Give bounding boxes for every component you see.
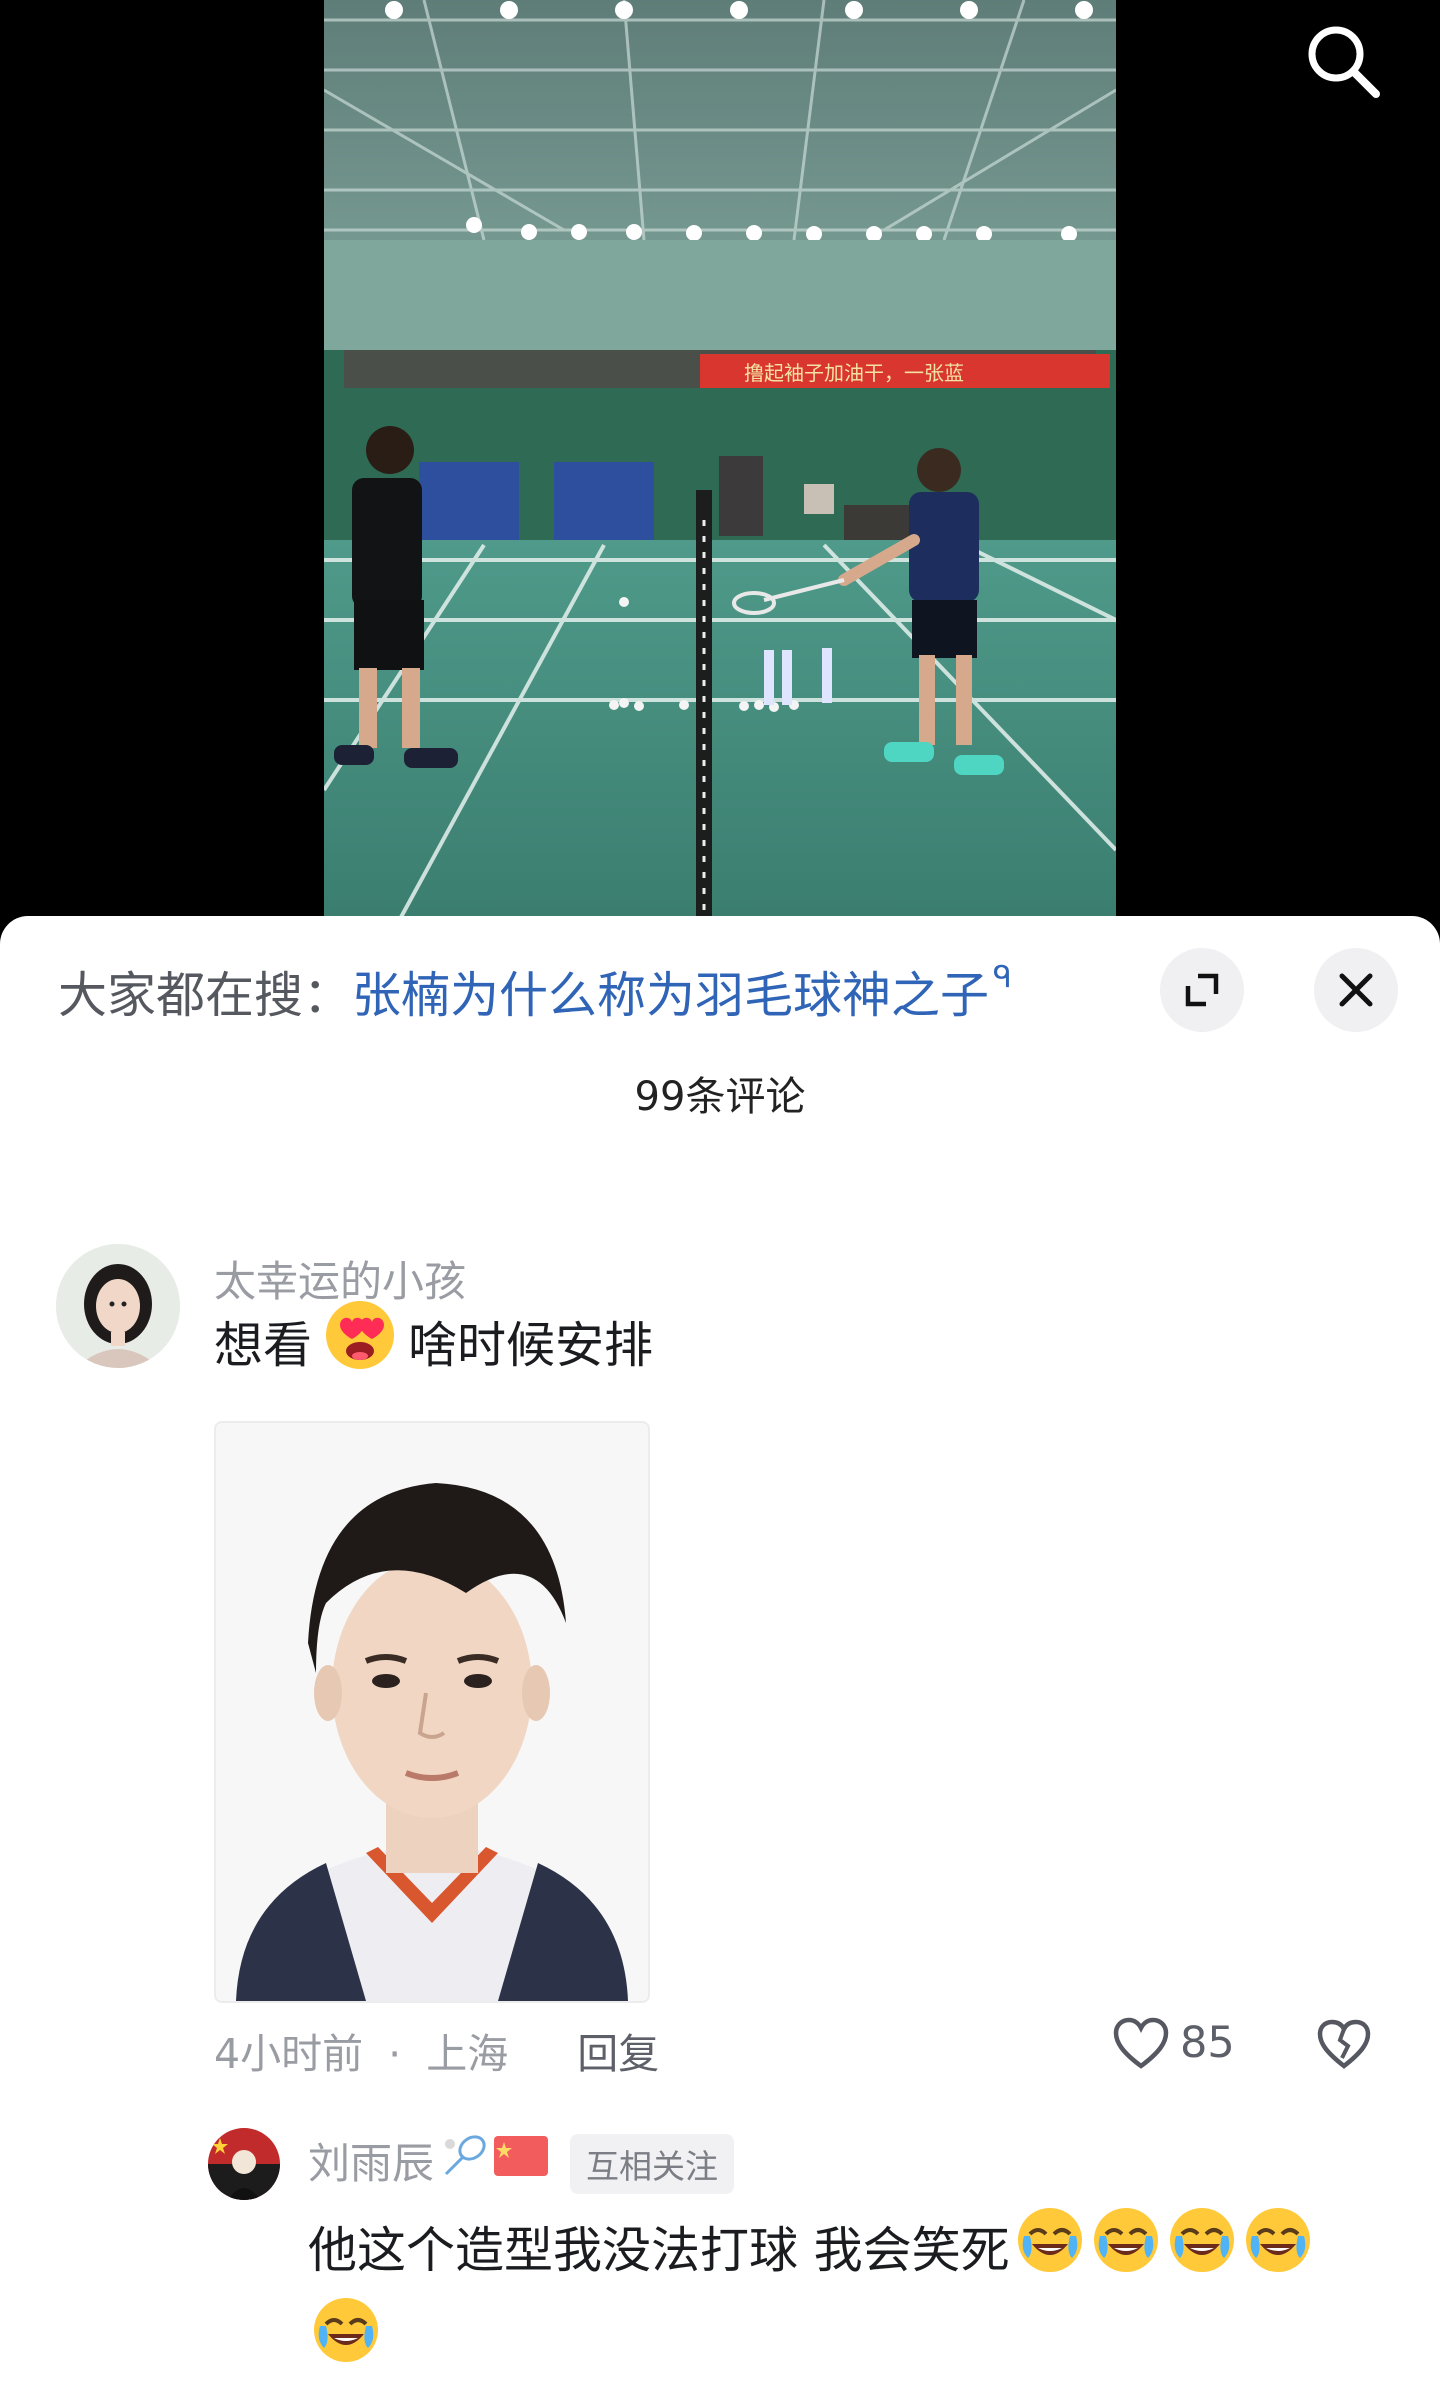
crying-laughing-emoji — [1164, 2202, 1240, 2290]
reply-avatar[interactable] — [208, 2128, 280, 2200]
mutual-follow-tag: 互相关注 — [570, 2134, 734, 2194]
emoji-row-2 — [308, 2292, 384, 2372]
reply-avatar-image — [208, 2128, 280, 2200]
hot-search-bar[interactable]: 大家都在搜： 张楠为什么称为羽毛球神之子 ᑫ — [58, 956, 1012, 1026]
comment-count: 99条评论 — [634, 1074, 806, 1120]
like-count: 85 — [1180, 2018, 1235, 2068]
like-button[interactable]: 85 — [1112, 2016, 1235, 2070]
crying-laughing-emoji — [1012, 2202, 1088, 2290]
reply-button[interactable]: 回复 — [577, 2030, 659, 2078]
broken-heart-icon — [1317, 2019, 1371, 2069]
badminton-court-scene: 撸起袖子加油干，一张蓝 — [324, 0, 1116, 930]
comment-text: 想看 啥时候安排 — [214, 1301, 653, 1381]
meta-separator: · — [388, 2030, 402, 2078]
video-player[interactable]: 撸起袖子加油干，一张蓝 — [0, 0, 1440, 930]
china-flag-emoji — [494, 2135, 549, 2186]
comment-time: 4小时前 — [214, 2030, 364, 2078]
comment-text-before: 想看 — [214, 1316, 313, 1374]
reply-text: 他这个造型我没法打球 我会笑死 — [308, 2206, 1316, 2286]
video-frame[interactable]: 撸起袖子加油干，一张蓝 — [324, 0, 1116, 930]
comment-photo[interactable] — [214, 1421, 650, 2003]
close-button[interactable] — [1314, 948, 1398, 1032]
crying-laughing-emoji — [1088, 2202, 1164, 2290]
close-icon — [1339, 973, 1373, 1007]
expand-icon — [1185, 973, 1219, 1007]
search-icon — [1308, 26, 1380, 98]
reply-username[interactable]: 刘雨辰 — [308, 2130, 549, 2191]
expand-button[interactable] — [1160, 948, 1244, 1032]
comment-location: 上海 — [426, 2030, 509, 2078]
comment-meta: 4小时前 · 上海 回复 — [214, 2020, 659, 2080]
heart-eyes-emoji — [320, 1295, 400, 1387]
comment-text-after: 啥时候安排 — [408, 1316, 654, 1374]
portrait-image — [216, 1423, 648, 2001]
banner-text: 撸起袖子加油干，一张蓝 — [744, 361, 964, 385]
hot-search-prefix: 大家都在搜： — [58, 966, 353, 1024]
crying-laughing-emoji — [308, 2292, 384, 2372]
hot-search-icon: ᑫ — [993, 959, 1012, 995]
reply-username-text: 刘雨辰 — [308, 2139, 435, 2188]
reply-text-content: 他这个造型我没法打球 我会笑死 — [308, 2221, 1010, 2279]
avatar-image — [56, 1244, 180, 1368]
crying-laughing-emoji — [1240, 2202, 1316, 2290]
reply-text-wrap — [308, 2292, 384, 2372]
search-button[interactable] — [1300, 18, 1386, 104]
emoji-row — [1012, 2202, 1316, 2290]
hot-search-query[interactable]: 张楠为什么称为羽毛球神之子 — [352, 956, 989, 1027]
avatar[interactable] — [56, 1244, 180, 1368]
heart-icon — [1113, 2017, 1169, 2069]
comment-sheet: 大家都在搜： 张楠为什么称为羽毛球神之子 ᑫ 99条评论 太幸运的小孩 想看 啥… — [0, 916, 1440, 2394]
badminton-emoji — [438, 2132, 490, 2190]
dislike-button[interactable] — [1316, 2018, 1372, 2074]
